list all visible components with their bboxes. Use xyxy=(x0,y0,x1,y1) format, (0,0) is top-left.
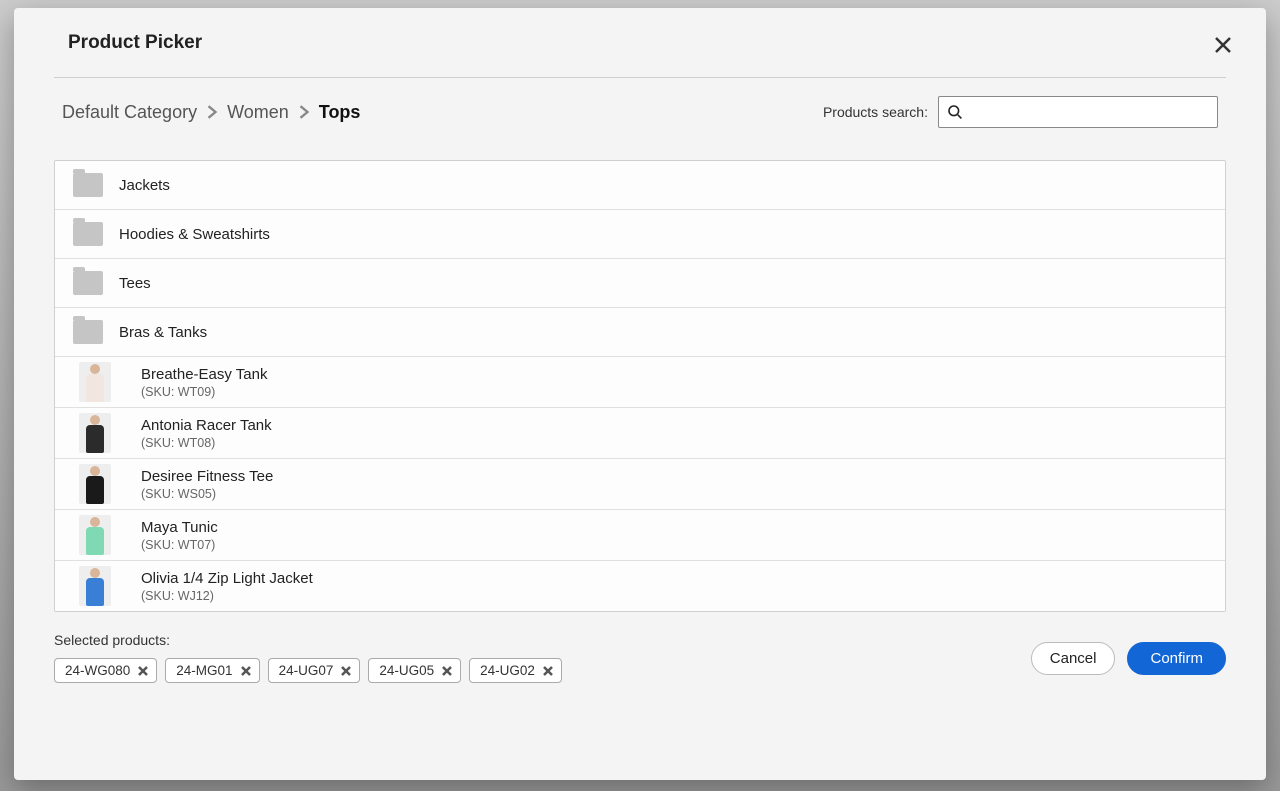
product-sku: (SKU: WT08) xyxy=(141,436,272,450)
selected-chips: 24-WG080 24-MG01 24-UG07 24-UG05 24-UG02 xyxy=(54,658,562,683)
modal-actions: Cancel Confirm xyxy=(1031,642,1226,675)
product-thumbnail xyxy=(79,464,111,504)
selected-chip: 24-UG02 xyxy=(469,658,562,683)
product-info: Desiree Fitness Tee (SKU: WS05) xyxy=(141,468,273,501)
product-info: Antonia Racer Tank (SKU: WT08) xyxy=(141,417,272,450)
product-sku: (SKU: WT07) xyxy=(141,538,218,552)
product-name: Olivia 1/4 Zip Light Jacket xyxy=(141,570,313,587)
product-sku: (SKU: WS05) xyxy=(141,487,273,501)
close-icon xyxy=(241,666,251,676)
search-input[interactable] xyxy=(969,97,1209,127)
breadcrumb: Default Category Women Tops xyxy=(62,102,360,123)
search-box[interactable] xyxy=(938,96,1218,128)
confirm-button[interactable]: Confirm xyxy=(1127,642,1226,675)
selected-chip: 24-UG07 xyxy=(268,658,361,683)
chip-label: 24-MG01 xyxy=(176,663,232,678)
folder-icon xyxy=(73,173,103,197)
selected-label: Selected products: xyxy=(54,632,562,648)
chip-remove-button[interactable] xyxy=(442,666,452,676)
chip-remove-button[interactable] xyxy=(543,666,553,676)
chip-label: 24-UG02 xyxy=(480,663,535,678)
product-thumbnail xyxy=(79,413,111,453)
product-info: Breathe-Easy Tank (SKU: WT09) xyxy=(141,366,267,399)
product-info: Maya Tunic (SKU: WT07) xyxy=(141,519,218,552)
close-icon xyxy=(341,666,351,676)
close-icon xyxy=(138,666,148,676)
product-row[interactable]: Antonia Racer Tank (SKU: WT08) xyxy=(55,408,1225,459)
close-icon xyxy=(543,666,553,676)
product-thumbnail xyxy=(79,515,111,555)
chevron-right-icon xyxy=(297,105,311,119)
modal-topbar: Default Category Women Tops Products searc… xyxy=(54,96,1226,128)
chevron-right-icon xyxy=(205,105,219,119)
product-thumbnail xyxy=(79,566,111,606)
product-row[interactable]: Breathe-Easy Tank (SKU: WT09) xyxy=(55,357,1225,408)
modal-header: Product Picker xyxy=(54,32,1226,78)
close-icon xyxy=(442,666,452,676)
chip-remove-button[interactable] xyxy=(138,666,148,676)
category-product-list: Jackets Hoodies & Sweatshirts Tees Bras & T… xyxy=(54,160,1226,612)
search-wrap: Products search: xyxy=(823,96,1218,128)
category-row[interactable]: Jackets xyxy=(55,161,1225,210)
product-picker-modal: Product Picker Default Category Women Tops… xyxy=(14,8,1266,780)
chip-label: 24-UG07 xyxy=(279,663,334,678)
product-name: Antonia Racer Tank xyxy=(141,417,272,434)
close-button[interactable] xyxy=(1210,32,1236,61)
selected-chip: 24-UG05 xyxy=(368,658,461,683)
modal-title: Product Picker xyxy=(68,32,202,54)
product-name: Maya Tunic xyxy=(141,519,218,536)
selected-chip: 24-WG080 xyxy=(54,658,157,683)
selected-chip: 24-MG01 xyxy=(165,658,259,683)
category-label: Jackets xyxy=(119,177,170,194)
category-row[interactable]: Bras & Tanks xyxy=(55,308,1225,357)
folder-icon xyxy=(73,320,103,344)
folder-icon xyxy=(73,271,103,295)
breadcrumb-item[interactable]: Default Category xyxy=(62,102,197,123)
chip-remove-button[interactable] xyxy=(341,666,351,676)
product-row[interactable]: Desiree Fitness Tee (SKU: WS05) xyxy=(55,459,1225,510)
chip-label: 24-WG080 xyxy=(65,663,130,678)
category-label: Hoodies & Sweatshirts xyxy=(119,226,270,243)
category-label: Tees xyxy=(119,275,151,292)
product-row[interactable]: Olivia 1/4 Zip Light Jacket (SKU: WJ12) xyxy=(55,561,1225,611)
product-sku: (SKU: WJ12) xyxy=(141,589,313,603)
folder-icon xyxy=(73,222,103,246)
cancel-button[interactable]: Cancel xyxy=(1031,642,1116,675)
close-icon xyxy=(1214,36,1232,54)
product-name: Breathe-Easy Tank xyxy=(141,366,267,383)
category-row[interactable]: Tees xyxy=(55,259,1225,308)
category-row[interactable]: Hoodies & Sweatshirts xyxy=(55,210,1225,259)
chip-remove-button[interactable] xyxy=(241,666,251,676)
chip-label: 24-UG05 xyxy=(379,663,434,678)
modal-footer: Selected products: 24-WG080 24-MG01 24-UG0… xyxy=(54,632,1226,683)
breadcrumb-item: Tops xyxy=(319,102,361,123)
selected-products: Selected products: 24-WG080 24-MG01 24-UG0… xyxy=(54,632,562,683)
breadcrumb-item[interactable]: Women xyxy=(227,102,289,123)
search-label: Products search: xyxy=(823,104,928,120)
product-sku: (SKU: WT09) xyxy=(141,385,267,399)
category-label: Bras & Tanks xyxy=(119,324,207,341)
product-info: Olivia 1/4 Zip Light Jacket (SKU: WJ12) xyxy=(141,570,313,603)
product-row[interactable]: Maya Tunic (SKU: WT07) xyxy=(55,510,1225,561)
search-icon xyxy=(947,104,963,120)
product-thumbnail xyxy=(79,362,111,402)
product-name: Desiree Fitness Tee xyxy=(141,468,273,485)
